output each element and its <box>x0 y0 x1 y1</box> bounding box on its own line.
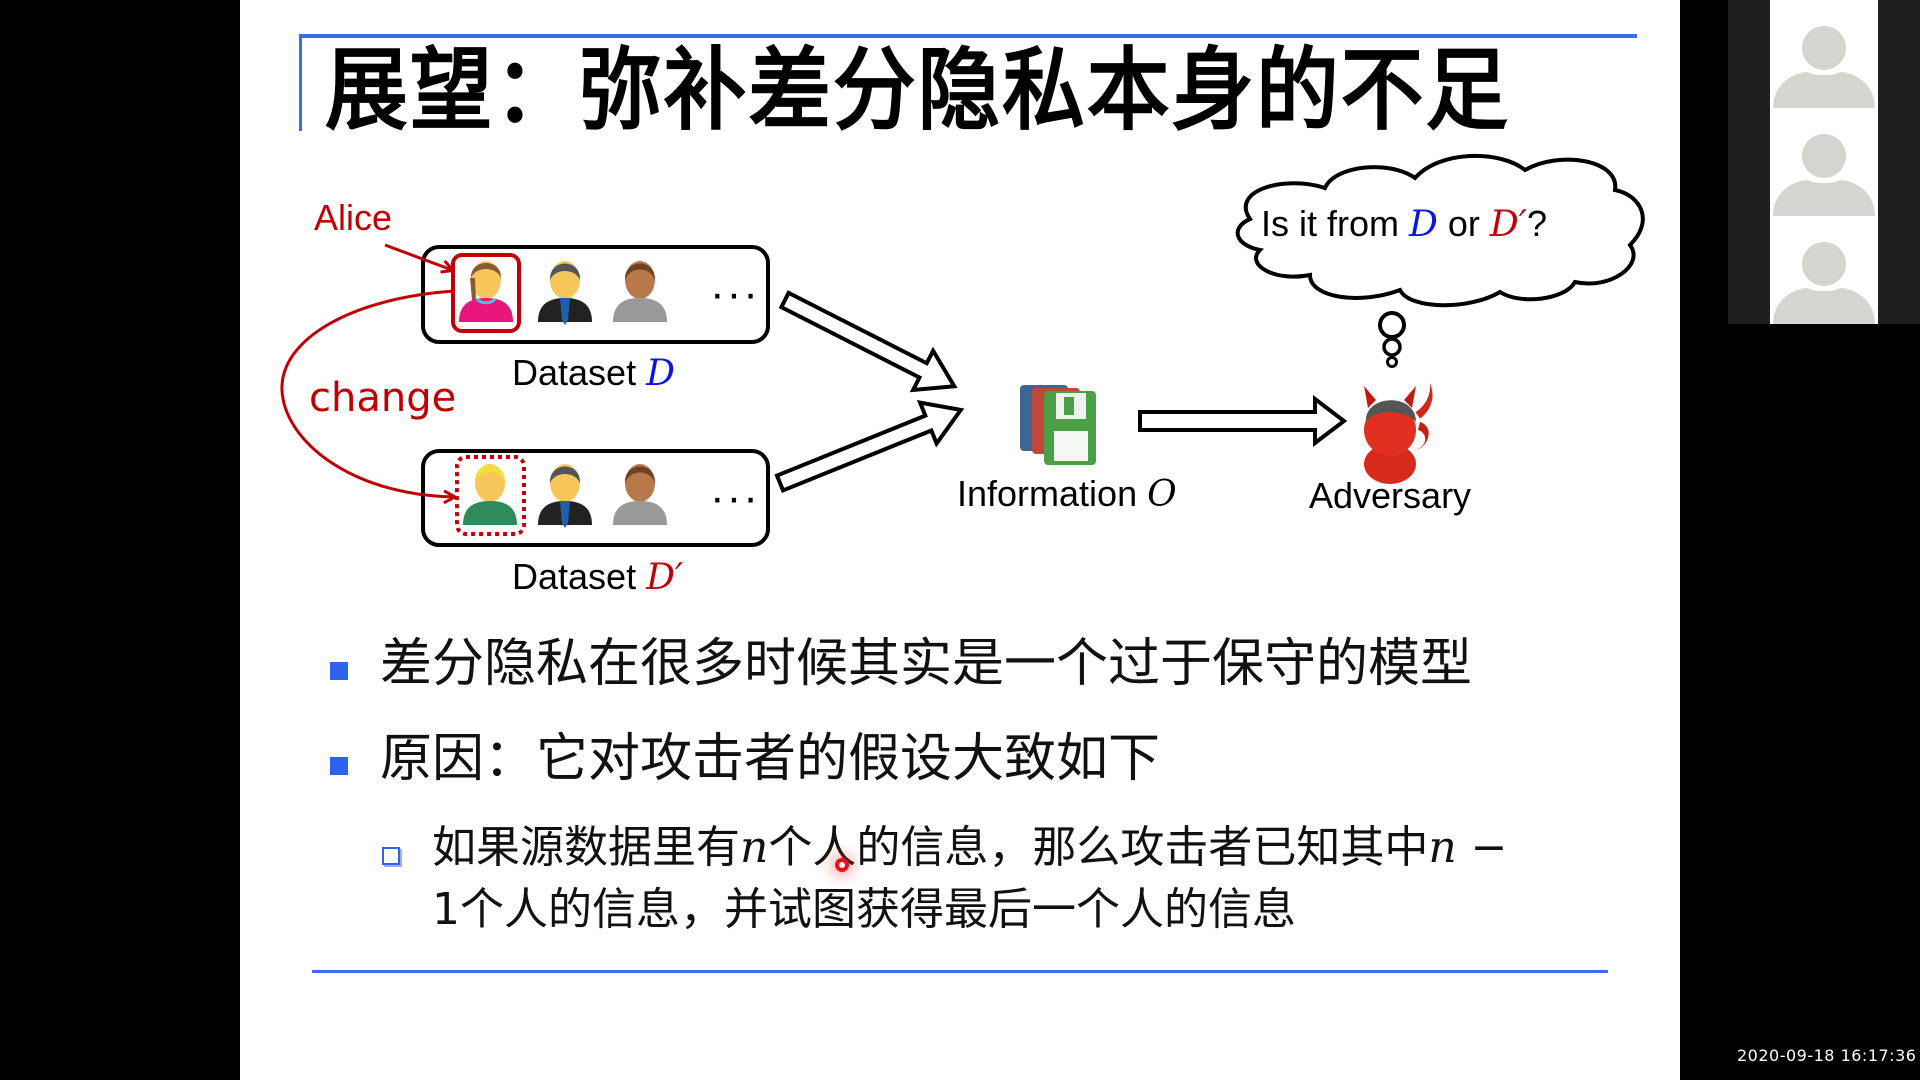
dataset-d-prime-symbol: D′ <box>646 557 684 598</box>
person-icon-alice <box>459 261 513 322</box>
person-icon-blond-man <box>463 464 517 525</box>
person-icon-man-gray <box>613 464 667 525</box>
math-n: n <box>740 822 769 873</box>
default-avatar-icon <box>1773 242 1875 324</box>
dataset-d-label: Dataset D <box>512 355 675 392</box>
sub-bullet-text: 个人的信息，那么攻击者已知其中 <box>768 822 1429 873</box>
thought-d-prime-symbol: D′ <box>1489 204 1527 245</box>
thought-text-part: Is it from <box>1261 203 1410 244</box>
sub-bullet-line-1: 如果源数据里有n个人的信息，那么攻击者已知其中n − <box>432 826 1508 870</box>
arrow-d-prime-to-information <box>774 400 965 494</box>
floppy-disks-icon <box>1020 385 1096 465</box>
participant-avatar-strip <box>1770 0 1878 324</box>
dataset-d-prime-label: Dataset D′ <box>512 559 683 596</box>
dataset-d-prime-label-text: Dataset <box>512 556 647 597</box>
dataset-d-label-text: Dataset <box>512 352 647 393</box>
thought-text-part: or <box>1437 203 1490 244</box>
arrow-d-to-information <box>778 290 958 393</box>
thought-bubble-small <box>1386 356 1398 368</box>
information-label-text: Information <box>957 473 1148 514</box>
adversary-label: Adversary <box>1309 475 1472 516</box>
laser-pointer-cursor <box>835 858 849 872</box>
default-avatar-icon <box>1773 26 1875 108</box>
information-label: Information O <box>957 476 1177 513</box>
recording-timestamp: 2020-09-18 16:17:36 <box>1737 1046 1917 1065</box>
devil-adversary-icon <box>1364 375 1435 484</box>
person-icon-man-suit <box>538 464 592 528</box>
bullet-square-icon <box>330 757 348 775</box>
presentation-slide: 展望：弥补差分隐私本身的不足 Alice change ··· ··· Data… <box>240 0 1680 1080</box>
sub-bullet-line-2: 1个人的信息，并试图获得最后一个人的信息 <box>432 884 1296 935</box>
change-label: change <box>309 375 457 421</box>
participant-avatar[interactable] <box>1770 0 1878 108</box>
dataset-d-prime-ellipsis: ··· <box>710 473 760 522</box>
arrow-information-to-adversary <box>1138 394 1348 448</box>
math-minus: − <box>1456 822 1508 873</box>
sub-bullet-hollow-square-icon <box>382 847 400 865</box>
thought-text: Is it from D or D′? <box>1261 206 1547 243</box>
person-icon-man-gray <box>613 261 667 322</box>
information-symbol: O <box>1147 474 1177 515</box>
thought-text-part: ? <box>1526 203 1547 244</box>
thought-bubble-large <box>1378 311 1406 339</box>
thought-d-symbol: D <box>1409 204 1438 245</box>
bullet-item-2: 原因：它对攻击者的假设大致如下 <box>380 729 1161 789</box>
bullet-item-1: 差分隐私在很多时候其实是一个过于保守的模型 <box>380 634 1473 694</box>
sub-bullet-text: 如果源数据里有 <box>432 822 740 873</box>
participant-avatar[interactable] <box>1770 108 1878 216</box>
default-avatar-icon <box>1773 134 1875 216</box>
dataset-d-symbol: D <box>646 353 675 394</box>
differential-privacy-diagram: Alice change ··· ··· Dataset D Dataset D… <box>240 0 1680 620</box>
person-icon-man-suit <box>538 261 592 325</box>
participant-avatar[interactable] <box>1770 216 1878 324</box>
bullet-square-icon <box>330 662 348 680</box>
diagram-graphics <box>280 153 1645 547</box>
alice-label: Alice <box>314 197 393 238</box>
thought-bubble-medium <box>1382 337 1402 357</box>
math-n: n <box>1428 822 1457 873</box>
dataset-d-ellipsis: ··· <box>710 269 760 318</box>
bottom-rule <box>312 970 1608 973</box>
